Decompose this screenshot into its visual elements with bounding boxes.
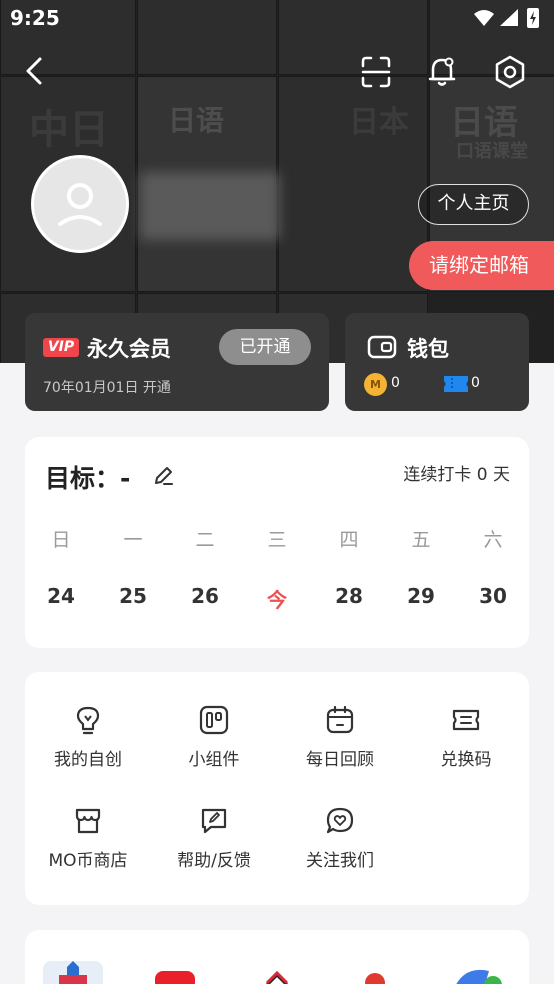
vip-activation-date: 70年01月01日 开通 [43,380,171,396]
scan-icon[interactable] [356,52,396,92]
calendar-day-today[interactable]: 今 [241,584,313,613]
goal-title[interactable]: 目标：- [45,459,130,495]
weekday-label: 六 [483,529,503,551]
app-thumbnail[interactable] [449,961,509,984]
vip-card[interactable]: VIP 永久会员 已开通 70年01月01日 开通 [25,313,329,411]
status-icons [474,8,539,28]
avatar[interactable] [31,155,129,253]
tool-label: 小组件 [188,750,240,770]
checkin-streak: 连续打卡 0 天 [403,465,510,485]
edit-icon[interactable] [152,465,174,487]
weekday-row: 日 一 二 三 四 五 六 [25,525,529,552]
app-thumbnail[interactable] [43,961,103,984]
lightbulb-icon [76,706,100,735]
wifi-icon [474,10,494,26]
tool-label: MO币商店 [48,851,128,871]
tool-label: 帮助/反馈 [177,851,251,871]
coin-count: 0 [391,375,400,391]
app-icon [155,971,195,984]
vip-status-badge[interactable]: 已开通 [219,329,311,365]
vip-badge: VIP [43,338,79,357]
weekday-label: 五 [411,529,431,551]
weekday-label: 一 [123,529,143,551]
tool-daily-review[interactable]: 每日回顾 [277,705,403,785]
vip-title: 永久会员 [87,337,171,361]
app-icon [265,970,289,984]
tool-label: 兑换码 [440,750,492,770]
feedback-icon [201,808,227,834]
tool-label: 每日回顾 [306,750,374,770]
profile-header: 中日 日语 日本 日语 口语课堂 9:25 个人主页 [0,0,554,363]
recommended-apps-card [25,930,529,984]
weekday-label: 三 [267,529,287,551]
goal-card: 目标：- 连续打卡 0 天 日 一 二 三 四 五 六 24 25 26 今 2… [25,437,529,648]
user-icon [58,183,102,226]
wallet-title: 钱包 [407,337,449,361]
calendar-day[interactable]: 26 [169,584,241,613]
ticket-icon [444,376,468,392]
wallet-icon [367,335,397,359]
username-blurred [140,172,280,240]
tool-redeem-code[interactable]: 兑换码 [403,705,529,785]
weekday-label: 二 [195,529,215,551]
app-thumbnail[interactable] [155,961,215,984]
app-thumbnail[interactable] [253,961,313,984]
status-bar: 9:25 [0,0,554,36]
top-nav [0,52,554,92]
app-icon [456,970,502,984]
signal-icon [500,9,518,26]
ticket-count: 0 [471,375,480,391]
date-row: 24 25 26 今 28 29 30 [25,584,529,613]
tool-follow-us[interactable]: 关注我们 [277,806,403,886]
weekday-label: 日 [51,529,71,551]
widget-icon [199,705,229,735]
back-icon[interactable] [16,52,56,92]
tool-help-feedback[interactable]: 帮助/反馈 [151,806,277,886]
wallet-card[interactable]: 钱包 M 0 0 [345,313,529,411]
homepage-button[interactable]: 个人主页 [418,184,529,225]
bind-email-button[interactable]: 请绑定邮箱 [409,241,554,290]
calendar-day[interactable]: 24 [25,584,97,613]
tool-mo-store[interactable]: MO币商店 [25,806,151,886]
tool-my-creations[interactable]: 我的自创 [25,705,151,785]
tool-widgets[interactable]: 小组件 [151,705,277,785]
coupon-icon [452,709,480,731]
app-thumbnail[interactable] [347,961,407,984]
tool-label: 关注我们 [306,851,374,871]
store-icon [75,808,101,834]
heart-chat-icon [326,807,354,834]
mo-coin-icon: M [364,373,387,396]
calendar-day[interactable]: 30 [457,584,529,613]
calendar-icon [326,705,354,734]
weekday-label: 四 [339,529,359,551]
calendar-day[interactable]: 29 [385,584,457,613]
tool-label: 我的自创 [54,750,122,770]
calendar-day[interactable]: 28 [313,584,385,613]
bell-icon[interactable] [422,52,462,92]
status-time: 9:25 [10,6,60,30]
calendar-day[interactable]: 25 [97,584,169,613]
settings-icon[interactable] [490,52,530,92]
tools-card: 我的自创 小组件 每日回顾 兑换码 MO币商店 帮助/反馈 关注我们 [25,672,529,905]
app-icon [59,961,87,984]
app-icon [365,973,385,984]
